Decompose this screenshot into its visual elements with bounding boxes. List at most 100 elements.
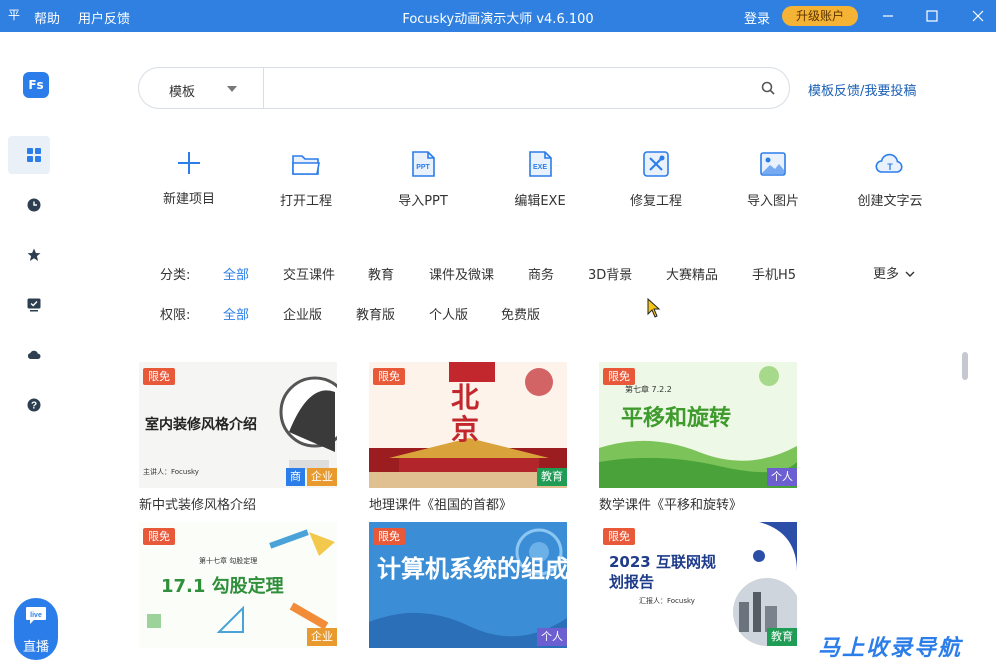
search-icon[interactable]	[761, 81, 775, 95]
svg-text:PPT: PPT	[416, 164, 430, 171]
template-thumbnail[interactable]: 室内装修风格介绍 主讲人：Focusky 限免 商 企业	[139, 362, 337, 488]
template-name[interactable]: 数学课件《平移和旋转》	[599, 494, 742, 513]
login-button[interactable]: 登录	[744, 8, 770, 27]
sidebar-item-cloud[interactable]	[8, 336, 50, 374]
category-3d-background[interactable]: 3D背景	[588, 264, 632, 283]
check-monitor-icon	[27, 298, 41, 312]
thumbnail-title: 北京	[451, 381, 480, 446]
action-label: 修复工程	[629, 194, 682, 209]
category-interactive-courseware[interactable]: 交互课件	[283, 264, 335, 283]
personal-badge: 个人	[537, 628, 567, 646]
help-icon: ?	[27, 398, 41, 412]
template-thumbnail[interactable]: 计算机系统的组成 限免 个人	[369, 522, 567, 648]
permission-all[interactable]: 全部	[223, 304, 249, 323]
template-thumbnail[interactable]: 平移和旋转 第七章 7.2.2 限免 个人	[599, 362, 797, 488]
thumbnail-subtitle: 第十七章 勾股定理	[199, 557, 258, 565]
permission-education[interactable]: 教育版	[356, 304, 395, 323]
search-category-select[interactable]: 模板	[169, 81, 195, 100]
sidebar-item-favorites[interactable]	[8, 236, 50, 274]
permission-label: 权限:	[160, 308, 191, 323]
action-label: 导入PPT	[398, 194, 448, 209]
category-courseware-microlesson[interactable]: 课件及微课	[429, 264, 494, 283]
star-icon	[27, 248, 41, 261]
chevron-down-icon[interactable]	[227, 86, 237, 92]
template-thumbnail[interactable]: 2023 互联网规划报告 汇报人：Focusky 限免 教育	[599, 522, 797, 648]
thumbnail-title: 室内装修风格介绍	[145, 417, 257, 433]
thumbnail-title: 2023 互联网规划报告	[609, 553, 716, 591]
live-label: 直播	[22, 640, 49, 655]
category-all[interactable]: 全部	[223, 264, 249, 283]
permission-personal[interactable]: 个人版	[429, 304, 468, 323]
personal-badge: 个人	[767, 468, 797, 486]
minimize-icon[interactable]	[878, 6, 898, 26]
category-mobile-h5[interactable]: 手机H5	[752, 264, 796, 283]
thumbnail-title: 平移和旋转	[621, 406, 732, 431]
image-icon	[760, 152, 786, 176]
more-label: 更多	[873, 267, 900, 282]
svg-text:live: live	[30, 612, 42, 619]
sidebar-item-tasks[interactable]	[8, 286, 50, 324]
free-badge: 限免	[603, 368, 635, 385]
education-badge: 教育	[537, 468, 567, 486]
open-project-button[interactable]: 打开工程	[261, 148, 351, 218]
maximize-icon[interactable]	[922, 6, 942, 26]
svg-text:?: ?	[31, 401, 37, 412]
enterprise-badge: 企业	[307, 628, 337, 646]
search-divider	[263, 68, 264, 108]
template-feedback-link[interactable]: 模板反馈/我要投稿	[808, 80, 916, 99]
action-label: 编辑EXE	[514, 194, 566, 209]
word-cloud-icon: T	[875, 153, 903, 173]
live-stream-button[interactable]: live 直播	[14, 598, 58, 660]
app-logo: Fs	[23, 72, 49, 98]
chevron-down-icon	[905, 271, 915, 277]
exe-file-icon: EXE	[529, 151, 552, 177]
create-word-cloud-button[interactable]: T 创建文字云	[845, 148, 935, 218]
sidebar-item-templates[interactable]	[8, 136, 50, 174]
import-image-button[interactable]: 导入图片	[728, 148, 818, 218]
sidebar-item-help[interactable]: ?	[8, 386, 50, 424]
business-badge: 商	[286, 468, 305, 486]
education-badge: 教育	[767, 628, 797, 646]
upgrade-account-button[interactable]: 升级账户	[782, 6, 858, 26]
repair-project-button[interactable]: 修复工程	[611, 148, 701, 218]
tools-icon	[643, 151, 669, 177]
category-filter-row: 分类: 全部 交互课件 教育 课件及微课 商务 3D背景 大赛精品 手机H5	[160, 264, 860, 284]
category-education[interactable]: 教育	[368, 264, 394, 283]
permission-enterprise[interactable]: 企业版	[283, 304, 322, 323]
template-name[interactable]: 新中式装修风格介绍	[139, 494, 256, 513]
category-business[interactable]: 商务	[528, 264, 554, 283]
vertical-scrollbar[interactable]	[962, 352, 968, 380]
edit-exe-button[interactable]: EXE 编辑EXE	[495, 148, 585, 218]
category-contest-works[interactable]: 大赛精品	[666, 264, 718, 283]
free-badge: 限免	[603, 528, 635, 545]
enterprise-badge: 企业	[307, 468, 337, 486]
thumbnail-title: 17.1 勾股定理	[161, 576, 284, 597]
thumbnail-subtitle: 汇报人：Focusky	[639, 597, 695, 605]
free-badge: 限免	[373, 368, 405, 385]
category-label: 分类:	[160, 268, 191, 283]
live-icon: live	[26, 607, 46, 624]
action-label: 创建文字云	[857, 194, 923, 209]
thumbnail-subtitle: 主讲人：Focusky	[143, 468, 199, 476]
action-label: 打开工程	[279, 194, 332, 209]
ppt-file-icon: PPT	[412, 151, 435, 177]
new-project-button[interactable]: 新建项目	[144, 148, 234, 218]
plus-icon	[178, 152, 200, 174]
template-thumbnail[interactable]: 北京 限免 教育	[369, 362, 567, 488]
more-categories-button[interactable]: 更多	[873, 263, 915, 282]
free-badge: 限免	[143, 528, 175, 545]
free-badge: 限免	[143, 368, 175, 385]
sidebar-item-recent[interactable]	[8, 186, 50, 224]
import-ppt-button[interactable]: PPT 导入PPT	[378, 148, 468, 218]
thumbnail-subtitle: 第七章 7.2.2	[625, 385, 672, 394]
thumbnail-title: 计算机系统的组成	[377, 555, 567, 583]
svg-text:EXE: EXE	[533, 164, 547, 171]
permission-filter-row: 权限: 全部 企业版 教育版 个人版 免费版	[160, 304, 660, 324]
search-input[interactable]	[273, 76, 753, 100]
permission-free[interactable]: 免费版	[501, 304, 540, 323]
mouse-cursor-icon	[647, 298, 661, 318]
template-name[interactable]: 地理课件《祖国的首都》	[369, 494, 512, 513]
cloud-icon	[27, 350, 41, 359]
template-thumbnail[interactable]: 17.1 勾股定理 第十七章 勾股定理 限免 企业	[139, 522, 337, 648]
close-icon[interactable]	[968, 6, 988, 26]
